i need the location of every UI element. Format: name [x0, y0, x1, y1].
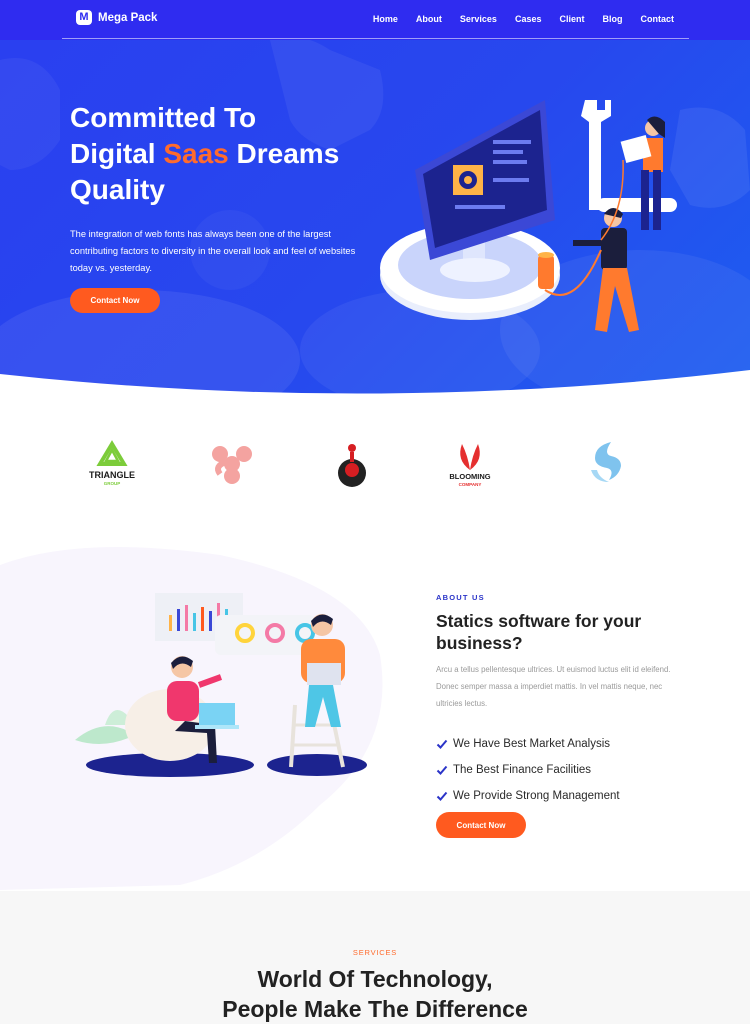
nav-client[interactable]: Client [559, 14, 584, 24]
hero-title-line2-post: Dreams [228, 138, 340, 169]
client-logo-blooming: BLOOMING COMPANY [430, 430, 510, 494]
client-sub-triangle: GROUP [103, 481, 121, 486]
main-nav: Home About Services Cases Client Blog Co… [373, 14, 674, 24]
feature-label: We Have Best Market Analysis [453, 738, 611, 750]
red-drop-logo-icon [338, 444, 366, 487]
client-logo-drop [312, 430, 392, 494]
hero-title-line1: Committed To [70, 102, 257, 133]
hero-title-line2-pre: Digital [70, 138, 164, 169]
nav-cases[interactable]: Cases [515, 14, 542, 24]
blooming-leaf-logo-icon [460, 444, 480, 470]
pink-molecule-logo-icon [212, 446, 252, 484]
services-title: World Of Technology, People Make The Dif… [0, 964, 750, 1024]
client-logo-molecule [192, 430, 272, 494]
hero-description: The integration of web fonts has always … [70, 229, 356, 273]
about-title: Statics software for your business? [436, 611, 642, 653]
hero-title: Committed To Digital Saas Dreams Quality [70, 100, 390, 208]
brand-logo[interactable]: M Mega Pack [76, 10, 157, 25]
feature-label: The Best Finance Facilities [453, 764, 592, 776]
triangle-logo-icon [96, 440, 128, 466]
client-logo-triangle: TRIANGLE GROUP [72, 430, 152, 494]
services-eyebrow: SERVICES [352, 948, 398, 957]
hero-bottom-wave [0, 370, 750, 400]
client-logos: TRIANGLE GROUP BLOOMING COMPANY [0, 430, 750, 500]
hero-title-accent: Saas [163, 138, 229, 169]
check-icon [436, 791, 448, 801]
check-icon [436, 765, 448, 775]
nav-services[interactable]: Services [460, 14, 497, 24]
hero-illustration [380, 100, 677, 332]
about-eyebrow: ABOUT US [436, 593, 485, 602]
blue-s-logo-icon [591, 442, 621, 482]
client-logo-s [565, 430, 645, 494]
feature-item: The Best Finance Facilities [436, 757, 620, 783]
client-sub-blooming: COMPANY [458, 482, 482, 487]
hero-section: M Mega Pack Home About Services Cases Cl… [0, 0, 750, 400]
feature-item: We Have Best Market Analysis [436, 731, 620, 757]
check-icon [436, 739, 448, 749]
about-illustration [75, 593, 367, 777]
services-title-line2: People Make The Difference [222, 996, 528, 1022]
nav-contact[interactable]: Contact [641, 14, 675, 24]
hero-contact-button[interactable]: Contact Now [70, 288, 160, 313]
hero-title-line3: Quality [70, 174, 165, 205]
services-section: SERVICES World Of Technology, People Mak… [0, 891, 750, 1024]
services-title-line1: World Of Technology, [257, 966, 493, 992]
navbar: M Mega Pack Home About Services Cases Cl… [0, 0, 750, 40]
nav-home[interactable]: Home [373, 14, 398, 24]
about-description: Arcu a tellus pellentesque ultrices. Ut … [436, 665, 671, 708]
nav-divider [62, 38, 689, 39]
feature-item: We Provide Strong Management [436, 783, 620, 809]
client-name-blooming: BLOOMING [449, 472, 491, 481]
brand-name: Mega Pack [98, 11, 158, 24]
feature-list: We Have Best Market Analysis The Best Fi… [436, 731, 620, 809]
client-name-triangle: TRIANGLE [89, 470, 135, 480]
logo-m-icon: M [76, 10, 92, 25]
nav-about[interactable]: About [416, 14, 442, 24]
feature-label: We Provide Strong Management [453, 790, 620, 802]
about-contact-button[interactable]: Contact Now [436, 812, 526, 838]
nav-blog[interactable]: Blog [603, 14, 623, 24]
